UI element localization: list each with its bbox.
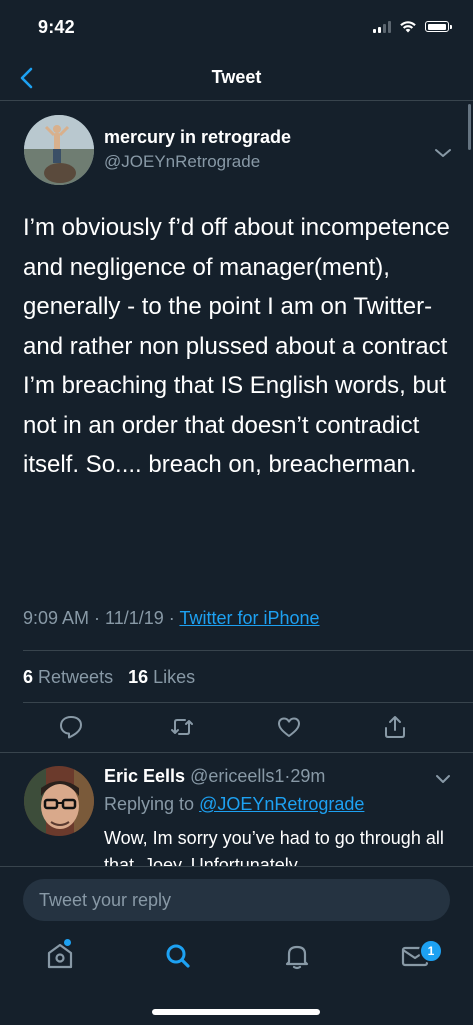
home-indicator: [152, 1009, 320, 1015]
reply-age: 29m: [290, 766, 326, 786]
search-icon[interactable]: [161, 939, 195, 973]
signal-icon: [373, 20, 391, 33]
tweet-source-link[interactable]: Twitter for iPhone: [179, 608, 319, 628]
replying-prefix: Replying to: [104, 794, 200, 814]
reply-author-handle[interactable]: @ericeells1: [190, 766, 284, 786]
likes-count-link[interactable]: 16 Likes: [128, 667, 195, 687]
author-row: mercury in retrograde @JOEYnRetrograde: [24, 115, 454, 187]
likes-label: Likes: [153, 667, 196, 687]
reply-header: Eric Eells @ericeells1·29m: [104, 766, 325, 787]
chevron-down-icon[interactable]: [433, 772, 453, 786]
tab-bar: [0, 939, 473, 989]
replying-to: Replying to @JOEYnRetrograde: [104, 794, 364, 815]
page-title: Tweet: [211, 67, 262, 87]
retweets-count-link[interactable]: 6 Retweets: [23, 667, 113, 687]
avatar[interactable]: [24, 115, 94, 185]
notifications-icon[interactable]: [280, 939, 314, 973]
reply-text: Wow, Im sorry you’ve had to go through a…: [104, 828, 444, 868]
bottom-area: 1: [0, 866, 473, 1025]
retweets-count: 6: [23, 667, 34, 687]
replying-to-mention[interactable]: @JOEYnRetrograde: [199, 794, 364, 814]
tweet-date: 11/1/19: [105, 608, 164, 628]
author-handle[interactable]: @JOEYnRetrograde: [104, 152, 260, 172]
retweets-label: Retweets: [38, 667, 114, 687]
status-icons: [373, 20, 452, 33]
reply-icon[interactable]: [57, 713, 85, 741]
tweet-time: 9:09 AM: [23, 608, 90, 628]
battery-icon: [425, 21, 452, 32]
reply-author-name[interactable]: Eric Eells: [104, 766, 185, 786]
meta-separator: ·: [89, 608, 106, 628]
scroll-indicator: [468, 104, 471, 150]
retweet-icon[interactable]: [168, 713, 196, 741]
status-bar: 9:42: [0, 0, 473, 56]
chevron-down-icon[interactable]: [432, 145, 454, 161]
nav-bar: Tweet: [0, 56, 473, 101]
reply-input[interactable]: [23, 879, 450, 921]
tweet-meta: 9:09 AM · 11/1/19 · Twitter for iPhone: [23, 608, 453, 629]
divider: [23, 650, 473, 651]
new-content-dot: [64, 939, 71, 946]
messages-badge: 1: [419, 939, 443, 963]
status-time: 9:42: [38, 17, 75, 37]
like-icon[interactable]: [275, 713, 303, 741]
likes-count: 16: [128, 667, 149, 687]
avatar[interactable]: [24, 766, 94, 836]
tweet-actions: [0, 713, 473, 743]
wifi-icon: [400, 21, 416, 33]
engagement-counts: 6 Retweets 16 Likes: [23, 667, 195, 688]
home-icon[interactable]: [43, 939, 77, 973]
reply-tweet[interactable]: Eric Eells @ericeells1·29m Replying to @…: [0, 752, 473, 868]
share-icon[interactable]: [381, 713, 409, 741]
tweet-text: I’m obviously f’d off about incompetence…: [23, 214, 450, 478]
divider: [23, 702, 473, 703]
author-name[interactable]: mercury in retrograde: [104, 127, 291, 148]
meta-separator: ·: [163, 608, 180, 628]
